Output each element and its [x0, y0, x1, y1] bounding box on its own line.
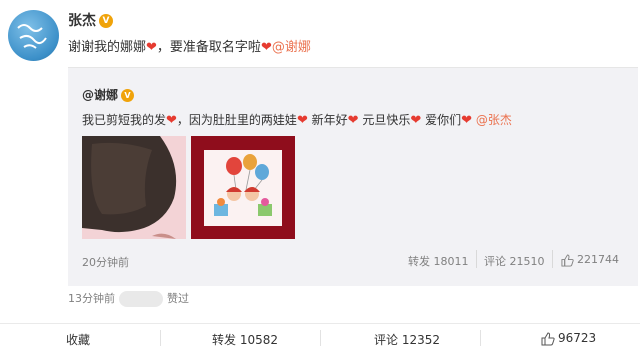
repost-repost-count[interactable]: 转发 18011: [408, 253, 469, 269]
author-name[interactable]: 张杰: [68, 13, 96, 29]
heart-icon: ❤: [146, 40, 157, 55]
comment-button[interactable]: 评论 12352: [374, 331, 440, 348]
heart-icon: ❤: [461, 113, 473, 128]
post-timestamp[interactable]: 13分钟前: [68, 292, 115, 305]
avatar[interactable]: [8, 10, 59, 61]
repost-like-button[interactable]: 221744: [561, 253, 619, 267]
liked-status: 赞过: [167, 292, 189, 305]
photo-short-hair[interactable]: [82, 136, 186, 239]
heart-icon: ❤: [260, 40, 272, 55]
avatar-handwriting-icon: [17, 24, 47, 49]
divider: [160, 330, 161, 346]
mention-link[interactable]: @谢娜: [272, 40, 311, 55]
divider: [476, 250, 477, 268]
mention-link[interactable]: @张杰: [476, 113, 512, 127]
like-count: 96723: [558, 331, 597, 345]
divider: [480, 330, 481, 346]
thumbs-up-icon: [541, 331, 555, 345]
repost-comment-count[interactable]: 评论 21510: [484, 253, 545, 269]
blurred-avatar: [119, 291, 163, 307]
post-text: 谢谢我的娜娜❤，要准备取名字啦❤@谢娜: [68, 40, 311, 55]
repost-author[interactable]: @谢娜 V: [82, 86, 135, 103]
divider: [552, 250, 553, 268]
photo-twins-card[interactable]: [191, 136, 295, 239]
divider: [320, 330, 321, 346]
hair-photo-icon: [82, 136, 186, 239]
action-bar: 收藏 转发 10582 评论 12352 96723: [0, 323, 640, 350]
post-meta: 13分钟前 赞过: [68, 290, 189, 307]
verified-icon: V: [121, 89, 135, 102]
repost-text: 我已剪短我的发❤，因为肚肚里的两娃娃❤ 新年好❤ 元旦快乐❤ 爱你们❤ @张杰: [82, 113, 512, 128]
verified-icon: V: [99, 14, 113, 28]
favorite-button[interactable]: 收藏: [66, 331, 90, 348]
twins-drawing-icon: [214, 154, 272, 216]
heart-icon: ❤: [410, 113, 422, 128]
like-button[interactable]: 96723: [541, 331, 596, 346]
repost-button[interactable]: 转发 10582: [212, 331, 278, 348]
heart-icon: ❤: [296, 113, 308, 128]
repost-author-name[interactable]: @谢娜: [82, 88, 118, 102]
heart-icon: ❤: [347, 113, 359, 128]
repost-timestamp[interactable]: 20分钟前: [82, 254, 129, 270]
post-author[interactable]: 张杰 V: [68, 10, 113, 30]
reposted-post: @谢娜 V 我已剪短我的发❤，因为肚肚里的两娃娃❤ 新年好❤ 元旦快乐❤ 爱你们❤…: [68, 67, 638, 286]
repost-like-count: 221744: [577, 253, 619, 266]
thumbs-up-icon: [561, 253, 574, 267]
weibo-card: 张杰 V 谢谢我的娜娜❤，要准备取名字啦❤@谢娜 @谢娜 V 我已剪短我的发❤，因为…: [0, 0, 640, 350]
heart-icon: ❤: [166, 113, 177, 128]
